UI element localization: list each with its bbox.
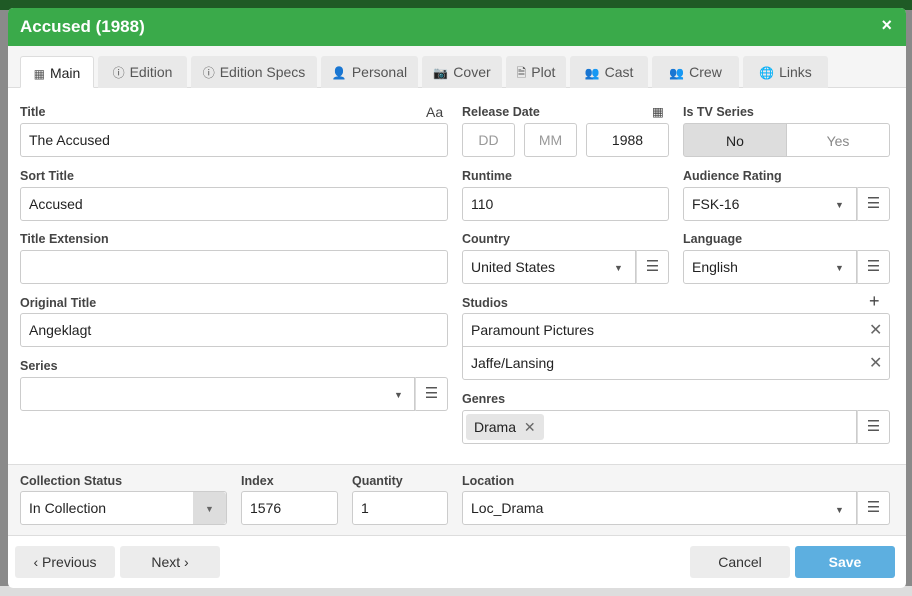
language-label: Language — [683, 232, 743, 246]
quantity-label: Quantity — [352, 474, 403, 488]
country-select[interactable]: United States — [462, 250, 636, 284]
title-case-icon[interactable]: Aa — [426, 104, 443, 120]
audience-rating-list-button[interactable]: ☰ — [857, 187, 890, 221]
calendar-icon[interactable]: ▦ — [652, 104, 664, 119]
location-label: Location — [462, 474, 515, 488]
original-title-label: Original Title — [20, 296, 97, 310]
tab-label: Cast — [604, 64, 634, 80]
quantity-input[interactable]: 1 — [352, 491, 448, 525]
title-label: Title — [20, 105, 46, 119]
add-studio-icon[interactable]: + — [869, 291, 880, 312]
language-select[interactable]: English — [683, 250, 857, 284]
chevron-down-icon[interactable]: ▼ — [614, 263, 623, 273]
tab-label: Cover — [453, 64, 491, 80]
tab-label: Main — [49, 65, 81, 81]
chevron-down-icon[interactable]: ▼ — [835, 505, 844, 515]
tab-personal[interactable]: 👤 Personal — [321, 56, 418, 88]
tab-bar: ▦ Main ⓘ Edition ⓘ Edition Specs 👤 Personal 📷 Cov… — [8, 46, 906, 88]
tab-plot[interactable]: 🗎 Plot — [506, 56, 566, 88]
genre-tag-label: Drama — [474, 419, 517, 435]
previous-button[interactable]: ‹ Previous — [15, 546, 115, 578]
title-extension-input[interactable] — [20, 250, 448, 284]
title-extension-label: Title Extension — [20, 232, 109, 246]
studios-label: Studios — [462, 296, 508, 310]
person-icon: 👤 — [331, 66, 347, 80]
tab-edition[interactable]: ⓘ Edition — [98, 56, 187, 88]
studio-item: Jaffe/Lansing — [462, 346, 890, 380]
tab-label: Edition Specs — [219, 64, 306, 80]
tab-crew[interactable]: 👥 Crew — [652, 56, 739, 88]
document-icon: 🗎 — [516, 66, 527, 80]
tab-cover[interactable]: 📷 Cover — [422, 56, 502, 88]
tab-edition-specs[interactable]: ⓘ Edition Specs — [191, 56, 317, 88]
next-button[interactable]: Next › — [120, 546, 220, 578]
location-select[interactable]: Loc_Drama — [462, 491, 857, 525]
genres-label: Genres — [462, 392, 506, 406]
language-list-button[interactable]: ☰ — [857, 250, 890, 284]
country-list-button[interactable]: ☰ — [636, 250, 669, 284]
collection-status-label: Collection Status — [20, 474, 123, 488]
remove-studio-icon[interactable]: ✕ — [869, 320, 882, 340]
tab-cast[interactable]: 👥 Cast — [570, 56, 648, 88]
audience-rating-select[interactable]: FSK-16 — [683, 187, 857, 221]
info-icon: ⓘ — [112, 66, 125, 80]
audience-rating-label: Audience Rating — [683, 169, 782, 183]
chevron-down-icon[interactable]: ▼ — [193, 492, 226, 524]
series-label: Series — [20, 359, 58, 373]
chevron-down-icon[interactable]: ▼ — [394, 390, 403, 400]
release-day-input[interactable]: DD — [462, 123, 515, 157]
tab-label: Crew — [689, 64, 722, 80]
runtime-label: Runtime — [462, 169, 512, 183]
tab-label: Plot — [531, 64, 556, 80]
tab-label: Edition — [129, 64, 173, 80]
sort-title-label: Sort Title — [20, 169, 74, 183]
release-month-input[interactable]: MM — [524, 123, 577, 157]
index-label: Index — [241, 474, 274, 488]
camera-icon: 📷 — [433, 66, 449, 80]
genre-tag: Drama ✕ — [466, 414, 544, 440]
runtime-input[interactable]: 110 — [462, 187, 669, 221]
title-input[interactable]: The Accused — [20, 123, 448, 157]
info-icon: ⓘ — [202, 66, 215, 80]
genres-list-button[interactable]: ☰ — [857, 410, 890, 444]
index-input[interactable]: 1576 — [241, 491, 338, 525]
series-select[interactable] — [20, 377, 415, 411]
film-icon: ▦ — [33, 67, 45, 81]
globe-icon: 🌐 — [759, 66, 775, 80]
tab-main[interactable]: ▦ Main — [20, 56, 94, 88]
series-list-button[interactable]: ☰ — [415, 377, 448, 411]
chevron-down-icon[interactable]: ▼ — [835, 263, 844, 273]
is-tv-series-label: Is TV Series — [683, 105, 754, 119]
tv-series-yes-button[interactable]: Yes — [787, 123, 890, 157]
save-button[interactable]: Save — [795, 546, 895, 578]
users-icon: 👥 — [669, 66, 685, 80]
remove-studio-icon[interactable]: ✕ — [869, 353, 882, 373]
cancel-button[interactable]: Cancel — [690, 546, 790, 578]
tab-label: Links — [779, 64, 812, 80]
location-list-button[interactable]: ☰ — [857, 491, 890, 525]
studio-item: Paramount Pictures — [462, 313, 890, 347]
dialog-title: Accused (1988) — [20, 17, 145, 36]
release-year-input[interactable]: 1988 — [586, 123, 669, 157]
tv-series-no-button[interactable]: No — [683, 123, 787, 157]
sort-title-input[interactable]: Accused — [20, 187, 448, 221]
tab-links[interactable]: 🌐 Links — [743, 56, 828, 88]
edit-movie-dialog: Accused (1988) × ▦ Main ⓘ Edition ⓘ Edition S… — [8, 8, 906, 588]
country-label: Country — [462, 232, 510, 246]
users-icon: 👥 — [584, 66, 600, 80]
tab-label: Personal — [351, 64, 408, 80]
genres-input[interactable]: Drama ✕ — [462, 410, 857, 444]
chevron-down-icon[interactable]: ▼ — [835, 200, 844, 210]
release-date-label: Release Date — [462, 105, 540, 119]
remove-genre-icon[interactable]: ✕ — [524, 419, 536, 435]
close-icon[interactable]: × — [881, 15, 892, 36]
original-title-input[interactable]: Angeklagt — [20, 313, 448, 347]
dialog-header: Accused (1988) × — [8, 8, 906, 46]
